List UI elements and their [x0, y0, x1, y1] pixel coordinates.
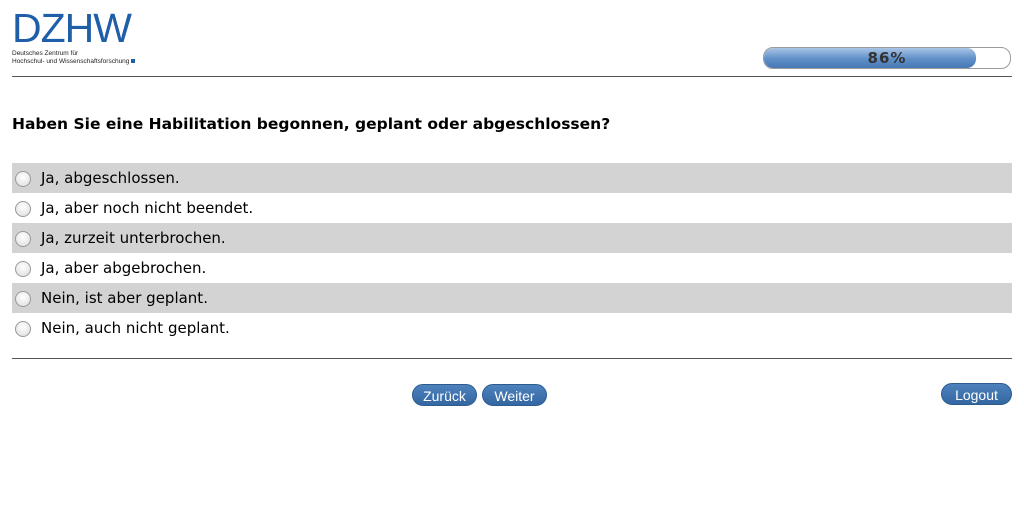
- option-row[interactable]: Nein, ist aber geplant.: [12, 283, 1012, 313]
- option-label: Nein, ist aber geplant.: [41, 289, 208, 307]
- radio-button[interactable]: [15, 321, 31, 337]
- logo-subtitle-line2: Hochschul- und Wissenschaftsforschung: [12, 58, 130, 65]
- footer-divider: [12, 358, 1012, 359]
- progress-bar: 86%: [763, 47, 1011, 69]
- question-text: Haben Sie eine Habilitation begonnen, ge…: [12, 115, 611, 133]
- option-label: Ja, abgeschlossen.: [41, 169, 180, 187]
- header-divider: [12, 76, 1012, 77]
- radio-button[interactable]: [15, 171, 31, 187]
- radio-button[interactable]: [15, 291, 31, 307]
- next-button[interactable]: Weiter: [482, 384, 547, 406]
- radio-button[interactable]: [15, 261, 31, 277]
- option-label: Ja, zurzeit unterbrochen.: [41, 229, 226, 247]
- option-label: Ja, aber abgebrochen.: [41, 259, 207, 277]
- answer-options: Ja, abgeschlossen. Ja, aber noch nicht b…: [12, 163, 1012, 343]
- dzhw-logo: DZHW Deutsches Zentrum für Hochschul- un…: [12, 8, 152, 68]
- back-button[interactable]: Zurück: [412, 384, 477, 406]
- logo-square-icon: [131, 59, 136, 64]
- radio-button[interactable]: [15, 201, 31, 217]
- option-row[interactable]: Ja, aber noch nicht beendet.: [12, 193, 1012, 223]
- logo-mark: DZHW: [12, 5, 132, 51]
- radio-button[interactable]: [15, 231, 31, 247]
- progress-label: 86%: [867, 49, 907, 67]
- option-row[interactable]: Nein, auch nicht geplant.: [12, 313, 1012, 343]
- option-row[interactable]: Ja, abgeschlossen.: [12, 163, 1012, 193]
- option-row[interactable]: Ja, aber abgebrochen.: [12, 253, 1012, 283]
- option-label: Nein, auch nicht geplant.: [41, 319, 230, 337]
- logo-subtitle-line1: Deutsches Zentrum für: [12, 50, 79, 57]
- logout-button[interactable]: Logout: [941, 383, 1012, 405]
- header: DZHW Deutsches Zentrum für Hochschul- un…: [0, 0, 1024, 78]
- option-label: Ja, aber noch nicht beendet.: [41, 199, 254, 217]
- option-row[interactable]: Ja, zurzeit unterbrochen.: [12, 223, 1012, 253]
